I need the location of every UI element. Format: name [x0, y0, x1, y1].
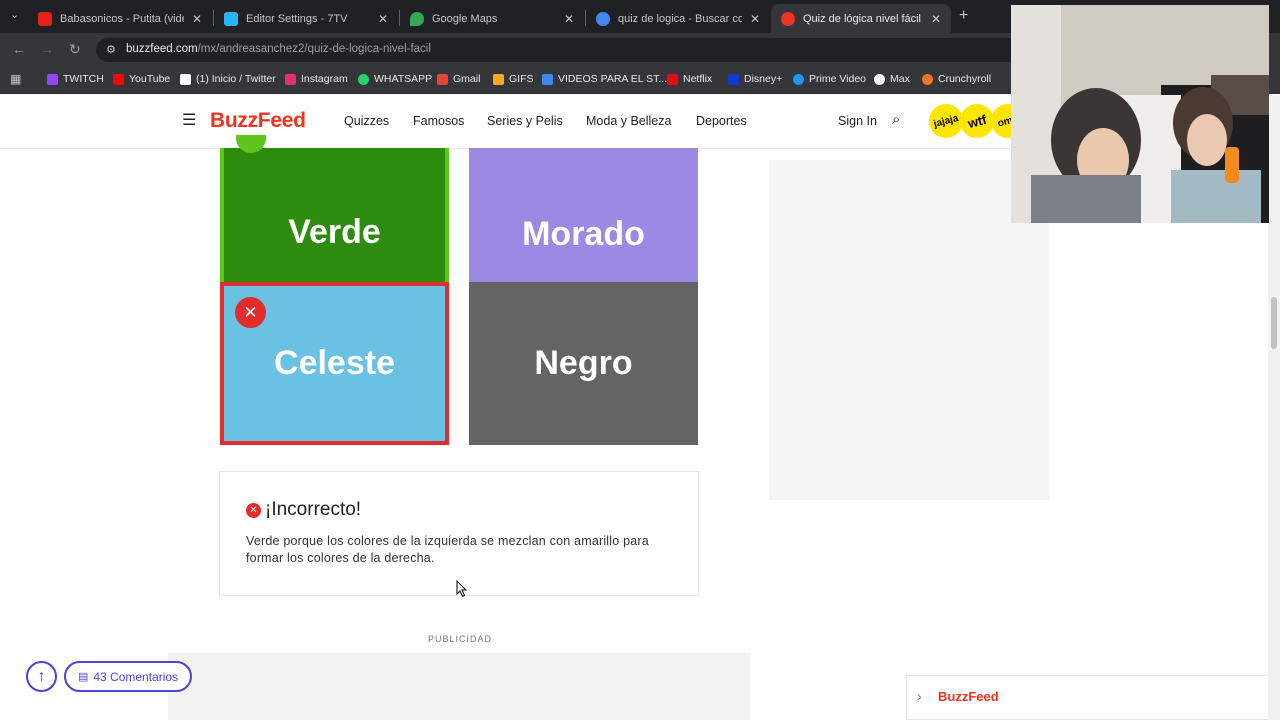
bookmark-max[interactable]: Max [874, 73, 910, 85]
x-icon [180, 73, 191, 85]
prime-video-icon [793, 73, 804, 85]
netflix-icon [667, 73, 678, 85]
youtube-icon [38, 11, 52, 26]
youtube-icon [113, 73, 124, 85]
scroll-top-button[interactable]: ↑ [26, 661, 57, 692]
forward-arrow-icon[interactable]: → [40, 41, 54, 57]
answer-label: Negro [534, 344, 633, 382]
webcam-image [1011, 5, 1269, 223]
chevron-right-icon[interactable]: › [917, 688, 922, 704]
tab-title: Editor Settings - 7TV [246, 12, 348, 25]
answer-label: Celeste [274, 344, 395, 382]
reload-icon[interactable]: ↻ [69, 41, 81, 58]
tab-quiz-active[interactable]: Quiz de lógica nivel fácil ✕ [771, 4, 951, 33]
drive-icon [542, 73, 553, 85]
tab-babasonicos[interactable]: Babasonicos - Putita (video of ✕ [28, 4, 212, 33]
nav-famosos[interactable]: Famosos [413, 114, 464, 128]
close-tab-icon[interactable]: ✕ [378, 12, 388, 26]
bookmark-twitch[interactable]: TWITCH [47, 73, 104, 85]
google-icon [596, 11, 610, 26]
bookmark-twitter[interactable]: (1) Inicio / Twitter [180, 73, 276, 85]
bookmark-gmail[interactable]: Gmail [437, 73, 480, 85]
gmail-icon [437, 73, 448, 85]
result-explanation: Verde porque los colores de la izquierda… [246, 534, 649, 565]
buzzfeed-icon [781, 11, 795, 26]
sign-in-link[interactable]: Sign In [838, 114, 877, 128]
page-scrollbar[interactable] [1268, 95, 1280, 720]
buzzfeed-footer-panel[interactable]: › BuzzFeed [906, 675, 1268, 720]
buzzfeed-logo[interactable]: BuzzFeed [210, 109, 306, 133]
bottom-ad [168, 653, 750, 720]
nav-deportes[interactable]: Deportes [696, 114, 747, 128]
result-heading: ✕ ¡Incorrecto! [246, 499, 361, 521]
whatsapp-icon [358, 73, 369, 85]
hamburger-menu-icon[interactable]: ☰ [182, 110, 196, 130]
url-text[interactable]: buzzfeed.com/mx/andreasanchez2/quiz-de-l… [126, 43, 431, 55]
tab-title: Babasonicos - Putita (video of [60, 12, 184, 25]
search-icon[interactable]: ⌕ [892, 111, 900, 128]
comments-button[interactable]: ▤ 43 Comentarios [64, 661, 192, 692]
bookmark-videos[interactable]: VIDEOS PARA EL ST... [542, 73, 667, 85]
comment-icon: ▤ [77, 671, 89, 683]
site-info-icon[interactable]: ⚙ [106, 43, 116, 56]
wrong-mark-icon: ✕ [235, 297, 266, 328]
bookmark-prime[interactable]: Prime Video [793, 73, 866, 85]
gifs-icon [493, 73, 504, 85]
maps-pin-icon [410, 11, 424, 26]
close-tab-icon[interactable]: ✕ [750, 12, 760, 26]
apps-grid-icon[interactable]: ▦ [10, 72, 21, 86]
comments-label: 43 Comentarios [93, 669, 179, 684]
max-icon [874, 73, 885, 85]
result-box: ✕ ¡Incorrecto! Verde porque los colores … [219, 471, 699, 596]
nav-moda-belleza[interactable]: Moda y Belleza [586, 114, 671, 128]
crunchyroll-icon [922, 73, 933, 85]
back-arrow-icon[interactable]: ← [12, 41, 26, 57]
disney-icon [728, 73, 739, 85]
mouse-cursor-icon [456, 580, 468, 598]
ad-label: PUBLICIDAD [428, 634, 493, 644]
nav-quizzes[interactable]: Quizzes [344, 114, 389, 128]
bookmark-netflix[interactable]: Netflix [667, 73, 712, 85]
bookmark-gifs[interactable]: GIFS [493, 73, 534, 85]
tab-title: Google Maps [432, 12, 498, 25]
arrow-up-icon: ↑ [37, 667, 46, 685]
tab-google-search[interactable]: quiz de logica - Buscar con Go ✕ [586, 4, 770, 33]
twitch-icon [47, 73, 58, 85]
bookmark-disney[interactable]: Disney+ [728, 73, 782, 85]
bookmark-instagram[interactable]: Instagram [285, 73, 348, 85]
bookmark-whatsapp[interactable]: WHATSAPP [358, 73, 432, 85]
incorrect-icon: ✕ [246, 502, 261, 518]
result-title: ¡Incorrecto! [265, 499, 362, 520]
webcam-overlay [1011, 5, 1269, 223]
7tv-icon [224, 11, 238, 26]
tab-google-maps[interactable]: Google Maps ✕ [400, 4, 584, 33]
close-tab-icon[interactable]: ✕ [931, 12, 941, 26]
answer-label: Morado [522, 215, 645, 253]
tab-editor-settings[interactable]: Editor Settings - 7TV ✕ [214, 4, 398, 33]
url-host: buzzfeed.com [126, 43, 198, 55]
scrollbar-thumb[interactable] [1271, 297, 1277, 349]
bookmark-youtube[interactable]: YouTube [113, 73, 170, 85]
footer-brand: BuzzFeed [938, 689, 999, 704]
sidebar-ad [769, 160, 1049, 500]
close-tab-icon[interactable]: ✕ [564, 12, 574, 26]
bookmark-crunchyroll[interactable]: Crunchyroll [922, 73, 991, 85]
nav-series-pelis[interactable]: Series y Pelis [487, 114, 563, 128]
tab-title: quiz de logica - Buscar con Go [618, 12, 742, 25]
tab-list-dropdown-icon[interactable]: ⌄ [10, 8, 19, 21]
answer-negro[interactable]: Negro [469, 282, 698, 445]
tab-title: Quiz de lógica nivel fácil [803, 12, 922, 25]
instagram-icon [285, 73, 296, 85]
url-path: /mx/andreasanchez2/quiz-de-logica-nivel-… [197, 43, 431, 55]
close-tab-icon[interactable]: ✕ [192, 12, 202, 26]
new-tab-button[interactable]: + [959, 7, 968, 25]
answer-label: Verde [288, 213, 381, 251]
